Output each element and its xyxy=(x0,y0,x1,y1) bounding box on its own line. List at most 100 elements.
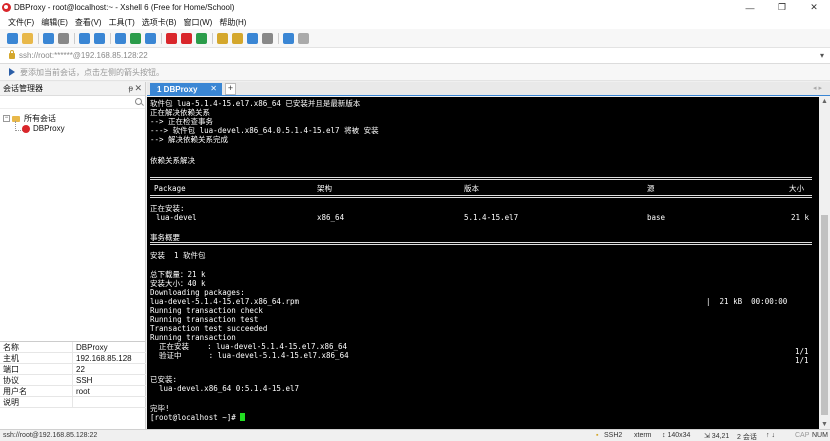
property-row: 名称 DBProxy xyxy=(0,342,146,353)
fullscreen-icon[interactable] xyxy=(196,32,207,44)
minimize-button[interactable]: — xyxy=(734,0,766,15)
table-cell: x86_64 xyxy=(317,213,345,222)
layout-icon[interactable] xyxy=(115,32,126,44)
download-progress: | 21 kB 00:00:00 xyxy=(706,297,788,306)
new-session-icon[interactable] xyxy=(7,32,18,44)
terminal-line: Running transaction xyxy=(150,333,236,342)
properties-icon[interactable] xyxy=(79,32,90,44)
terminal-separator xyxy=(150,242,812,245)
table-header: 大小 xyxy=(789,184,804,193)
tab-strip: 1 DBProxy ✕ + ◂ ▸ xyxy=(147,82,830,96)
xshell-icon[interactable] xyxy=(166,32,177,44)
menu-tools[interactable]: 工具(T) xyxy=(109,17,135,28)
terminal-scrollbar[interactable]: ▲ ▼ xyxy=(819,97,830,429)
session-manager-title: 会话管理器 xyxy=(3,84,43,93)
terminal-separator xyxy=(150,177,812,180)
property-row: 端口 22 xyxy=(0,364,146,375)
terminal-line: 安装 1 软件包 xyxy=(150,251,206,260)
scroll-thumb[interactable] xyxy=(821,215,828,415)
menu-file[interactable]: 文件(F) xyxy=(8,17,34,28)
status-bar: ssh://root@192.168.85.128:22 ▪ SSH2 xter… xyxy=(0,429,830,441)
tree-item-label: DBProxy xyxy=(33,124,65,133)
terminal-separator xyxy=(150,195,812,198)
menu-view[interactable]: 查看(V) xyxy=(75,17,102,28)
shell-prompt[interactable]: [root@localhost ~]# xyxy=(150,413,246,422)
arrow-icon[interactable] xyxy=(9,68,15,76)
scroll-down-icon[interactable]: ▼ xyxy=(821,421,828,428)
new-tab-button[interactable]: + xyxy=(225,83,236,95)
terminal-line: 正在安装: xyxy=(150,204,185,213)
property-key: 主机 xyxy=(0,353,73,363)
status-size: ↕ 140x34 xyxy=(662,432,691,439)
lock-icon xyxy=(9,49,15,59)
scroll-up-icon[interactable]: ▲ xyxy=(821,98,828,105)
tab-label: 1 DBProxy xyxy=(157,85,198,94)
toolbar-separator xyxy=(110,32,111,44)
property-row: 说明 xyxy=(0,397,146,408)
session-search[interactable] xyxy=(0,96,145,109)
keyboard-icon[interactable] xyxy=(232,32,243,44)
script-icon[interactable] xyxy=(247,32,258,44)
toolbar-separator xyxy=(38,32,39,44)
menu-edit[interactable]: 编辑(E) xyxy=(41,17,68,28)
menu-tabs[interactable]: 选项卡(B) xyxy=(142,17,177,28)
terminal-line: Running transaction check xyxy=(150,306,263,315)
close-window-button[interactable]: ✕ xyxy=(798,0,830,15)
property-key: 说明 xyxy=(0,397,73,407)
tab-scroll-arrows[interactable]: ◂ ▸ xyxy=(813,84,822,92)
toolbar-separator xyxy=(74,32,75,44)
tree-item-all-sessions[interactable]: − 所有会话 xyxy=(3,113,56,124)
terminal-line: Transaction test succeeded xyxy=(150,324,268,333)
terminal-line: 正在解决依赖关系 xyxy=(150,108,210,117)
status-nav-arrows[interactable]: ↑ ↓ xyxy=(766,432,775,439)
terminal-line: 总下载量：21 k xyxy=(150,270,206,279)
menu-window[interactable]: 窗口(W) xyxy=(183,17,212,28)
collapse-icon[interactable]: − xyxy=(3,115,10,122)
table-header: 架构 xyxy=(317,184,332,193)
tree-item-dbproxy[interactable]: DBProxy xyxy=(22,124,65,133)
terminal-line: 正在安装 : lua-devel-5.1.4-15.el7.x86_64 xyxy=(150,342,348,351)
reconnect-icon[interactable] xyxy=(43,32,54,44)
title-bar: DBProxy - root@localhost:~ - Xshell 6 (F… xyxy=(0,0,830,15)
property-value: SSH xyxy=(76,376,93,385)
chat-icon[interactable] xyxy=(298,32,309,44)
pin-icon[interactable]: ᵽ xyxy=(129,84,133,93)
search-icon[interactable] xyxy=(135,98,142,105)
property-key: 用户名 xyxy=(0,386,73,396)
globe-icon[interactable] xyxy=(130,32,141,44)
table-cell: base xyxy=(647,213,666,222)
compose-icon[interactable] xyxy=(262,32,273,44)
menu-bar: 文件(F) 编辑(E) 查看(V) 工具(T) 选项卡(B) 窗口(W) 帮助(… xyxy=(0,15,830,29)
open-folder-icon[interactable] xyxy=(22,32,33,44)
menu-help[interactable]: 帮助(H) xyxy=(219,17,246,28)
find-icon[interactable] xyxy=(94,32,105,44)
property-row: 协议 SSH xyxy=(0,375,146,386)
session-manager-header: 会话管理器 ᵽ ✕ xyxy=(0,82,145,96)
property-value: root xyxy=(76,387,90,396)
tab-dbproxy[interactable]: 1 DBProxy ✕ xyxy=(150,83,222,96)
prompt-text: [root@localhost ~]# xyxy=(150,413,241,422)
color-scheme-icon[interactable] xyxy=(145,32,156,44)
address-input[interactable]: ssh://root:******@192.168.85.128:22 xyxy=(19,51,148,60)
terminal[interactable]: 软件包 lua-5.1.4-15.el7.x86_64 已安装并且是最新版本 正… xyxy=(147,97,819,429)
property-key: 协议 xyxy=(0,375,73,385)
help-icon[interactable] xyxy=(283,32,294,44)
close-icon[interactable]: ✕ xyxy=(134,83,142,94)
tree-item-label: 所有会话 xyxy=(24,114,56,123)
status-connection: ssh://root@192.168.85.128:22 xyxy=(3,432,98,439)
status-sessions: 2 会话 xyxy=(737,434,757,441)
table-cell: 5.1.4-15.el7 xyxy=(464,213,519,222)
lock-icon[interactable] xyxy=(217,32,228,44)
window-title: DBProxy - root@localhost:~ - Xshell 6 (F… xyxy=(14,3,235,12)
disconnect-icon[interactable] xyxy=(58,32,69,44)
status-caps: CAP xyxy=(795,432,810,439)
chevron-down-icon[interactable]: ▾ xyxy=(820,51,824,60)
terminal-cursor xyxy=(240,413,246,421)
close-tab-icon[interactable]: ✕ xyxy=(210,84,217,93)
toolbar xyxy=(0,29,830,48)
address-bar: ssh://root:******@192.168.85.128:22 ▾ xyxy=(0,48,830,64)
table-header: Package xyxy=(154,184,186,193)
restore-button[interactable]: ❐ xyxy=(766,0,798,15)
xftp-icon[interactable] xyxy=(181,32,192,44)
status-num: NUM xyxy=(812,432,828,439)
